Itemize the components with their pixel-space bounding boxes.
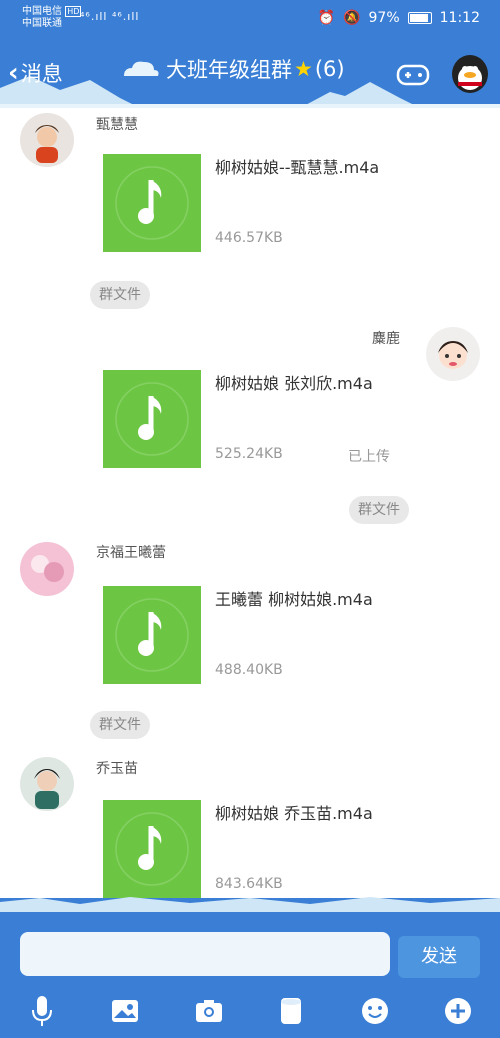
file-card[interactable]: 柳树姑娘 乔玉苗.m4a 843.64KB	[103, 800, 393, 898]
chat-header: ‹ 消息 大班年级组群 ★ (6)	[0, 38, 500, 108]
star-icon: ★	[294, 57, 313, 81]
back-button[interactable]: ‹ 消息	[8, 58, 63, 88]
file-name: 柳树姑娘 乔玉苗.m4a	[215, 804, 373, 823]
mic-icon[interactable]	[24, 993, 60, 1029]
file-size: 446.57KB	[215, 230, 283, 246]
message-list[interactable]: 甄慧慧 柳树姑娘--甄慧慧.m4a 446.57KB 群文件 麋鹿 柳树姑娘 张…	[0, 108, 500, 898]
emoji-icon[interactable]	[357, 993, 393, 1029]
battery-icon	[407, 12, 432, 24]
file-name: 柳树姑娘--甄慧慧.m4a	[215, 158, 380, 177]
carrier-1: 中国电信	[22, 6, 62, 17]
avatar[interactable]	[20, 757, 74, 811]
back-label: 消息	[20, 62, 63, 86]
battery-percent: 97%	[368, 10, 400, 26]
input-panel: 发送	[0, 897, 500, 1038]
alarm-icon: ⏰	[317, 10, 336, 26]
hd-badge: HD	[65, 6, 82, 17]
upload-status: 已上传	[348, 449, 390, 465]
avatar[interactable]	[20, 542, 74, 596]
file-size: 488.40KB	[215, 662, 283, 678]
sender-name: 乔玉苗	[96, 761, 138, 777]
member-count: (6)	[314, 57, 345, 81]
group-file-tag[interactable]: 群文件	[90, 711, 150, 739]
music-file-thumbnail	[103, 154, 201, 252]
file-icon[interactable]	[273, 993, 309, 1029]
file-size: 843.64KB	[215, 876, 283, 892]
send-button[interactable]: 发送	[398, 936, 480, 978]
plus-icon[interactable]	[440, 993, 476, 1029]
file-card[interactable]: 王曦蕾 柳树姑娘.m4a 488.40KB	[103, 586, 393, 692]
sender-name: 京福王曦蕾	[96, 545, 166, 561]
camera-icon[interactable]	[191, 993, 227, 1029]
music-file-thumbnail	[103, 800, 201, 898]
carrier-info: 中国电信 HD 中国联通	[22, 6, 82, 30]
game-controller-icon[interactable]	[396, 62, 430, 88]
clock: 11:12	[439, 10, 480, 26]
status-bar: 中国电信 HD 中国联通 ⁴⁶.ıll ⁴⁶.ıll ⏰ 🔕 97% 11:12	[0, 0, 500, 38]
file-name: 王曦蕾 柳树姑娘.m4a	[215, 590, 373, 609]
mute-icon: 🔕	[343, 10, 361, 26]
message-input[interactable]	[20, 932, 390, 976]
carrier-2: 中国联通	[22, 18, 62, 29]
ice-decoration	[0, 897, 500, 912]
group-file-tag[interactable]: 群文件	[349, 496, 409, 524]
signal-icon: ⁴⁶.ıll ⁴⁶.ıll	[80, 10, 140, 23]
penguin-icon[interactable]	[448, 52, 492, 96]
chevron-left-icon: ‹	[8, 58, 19, 88]
image-icon[interactable]	[107, 993, 143, 1029]
sender-name: 甄慧慧	[96, 117, 138, 133]
file-size: 525.24KB	[215, 446, 283, 462]
group-file-tag[interactable]: 群文件	[90, 281, 150, 309]
cloud-icon	[124, 61, 159, 76]
avatar[interactable]	[426, 327, 480, 381]
music-file-thumbnail	[103, 370, 201, 468]
sender-name: 麋鹿	[372, 331, 400, 347]
avatar[interactable]	[20, 113, 74, 167]
group-title[interactable]: 大班年级组群 ★ (6)	[166, 54, 345, 84]
music-file-thumbnail	[103, 586, 201, 684]
file-name: 柳树姑娘 张刘欣.m4a	[215, 374, 373, 393]
file-card[interactable]: 柳树姑娘--甄慧慧.m4a 446.57KB	[103, 154, 393, 260]
group-name: 大班年级组群	[166, 58, 292, 82]
file-card[interactable]: 柳树姑娘 张刘欣.m4a 525.24KB 已上传	[103, 370, 393, 476]
input-toolbar	[0, 993, 500, 1033]
